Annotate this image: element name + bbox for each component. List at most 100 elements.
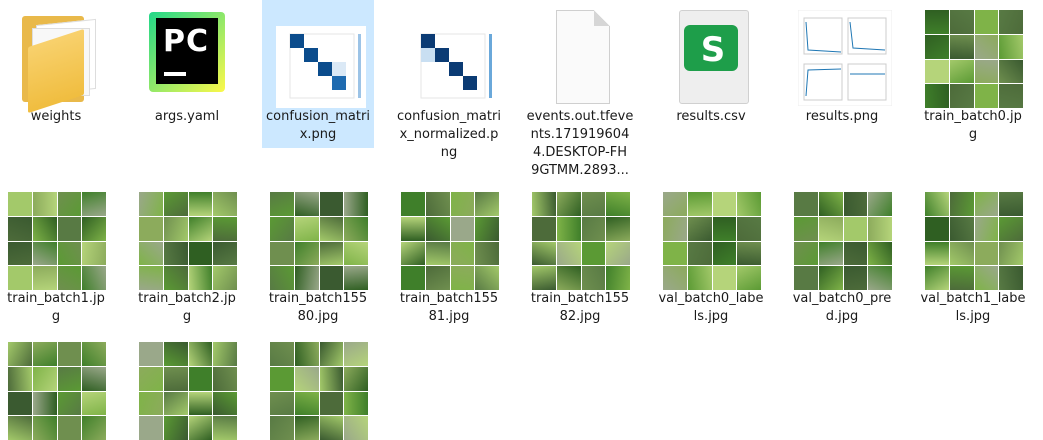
mosaic-tile <box>999 241 1023 266</box>
mosaic-tile <box>401 266 425 290</box>
mosaic-tile <box>163 416 188 440</box>
mosaic-tile <box>475 192 499 216</box>
file-item-results-csv[interactable]: S results.csv <box>655 0 767 170</box>
image-thumbnail <box>268 6 368 108</box>
mosaic-tile <box>425 192 450 216</box>
mosaic-tile <box>57 416 82 440</box>
mosaic-tile <box>999 10 1023 34</box>
mosaic-tile <box>188 192 213 216</box>
file-label: val_batch0_pre d.jpg <box>792 291 892 324</box>
mosaic-tile <box>319 192 344 216</box>
mosaic-tile <box>999 192 1023 216</box>
image-thumbnail <box>661 188 761 290</box>
mosaic-tile <box>949 216 974 241</box>
file-label: results.csv <box>676 109 746 124</box>
mosaic-tile <box>450 266 475 290</box>
mosaic-tile <box>401 216 425 241</box>
mosaic-tile <box>974 241 999 266</box>
file-label: train_batch155 81.jpg <box>399 291 499 324</box>
mosaic-tile <box>57 342 82 366</box>
mosaic-tile <box>213 192 237 216</box>
mosaic-tile <box>8 416 32 440</box>
mosaic-tile <box>949 59 974 84</box>
file-item-partial-2[interactable] <box>131 332 243 440</box>
mosaic-tile <box>8 391 32 416</box>
mosaic-tile <box>57 366 82 391</box>
mosaic-tile <box>8 192 32 216</box>
mosaic-tile <box>188 241 213 266</box>
mosaic-tile <box>581 216 606 241</box>
file-item-train-batch15582[interactable]: train_batch155 82.jpg <box>524 182 636 352</box>
mosaic-tile <box>294 391 319 416</box>
mosaic-tile <box>57 192 82 216</box>
file-item-val-batch1-labels[interactable]: val_batch1_labe ls.jpg <box>917 182 1029 352</box>
mosaic-tile <box>57 241 82 266</box>
mosaic-tile <box>925 266 949 290</box>
mosaic-tile <box>82 266 106 290</box>
mosaic-tile <box>712 241 737 266</box>
mosaic-tile <box>401 192 425 216</box>
mosaic-tile <box>999 216 1023 241</box>
file-item-confusion-matrix-normalized[interactable]: confusion_matri x_normalized.p ng <box>393 0 505 170</box>
image-thumbnail <box>399 188 499 290</box>
mosaic-tile <box>294 416 319 440</box>
mosaic-tile <box>925 84 949 108</box>
file-item-partial-3[interactable] <box>262 332 374 440</box>
file-label: train_batch2.jp g <box>138 291 236 324</box>
mosaic-tile <box>139 216 163 241</box>
file-label: args.yaml <box>154 109 220 124</box>
mosaic-tile <box>163 216 188 241</box>
mosaic-tile <box>949 84 974 108</box>
mosaic-tile <box>32 366 57 391</box>
file-item-partial-1[interactable] <box>0 332 112 440</box>
mosaic-tile <box>344 241 368 266</box>
file-item-val-batch0-labels[interactable]: val_batch0_labe ls.jpg <box>655 182 767 352</box>
mosaic-tile <box>868 266 892 290</box>
mosaic-tile <box>139 241 163 266</box>
mosaic-tile <box>999 59 1023 84</box>
mosaic-tile <box>737 192 761 216</box>
file-label: events.out.tfeve nts.171919604 4.DESKTOP… <box>526 109 634 178</box>
mosaic-tile <box>188 216 213 241</box>
file-item-train-batch0[interactable]: train_batch0.jp g <box>917 0 1029 170</box>
file-item-args-yaml[interactable]: PC args.yaml <box>131 0 243 170</box>
mosaic-tile <box>213 416 237 440</box>
file-item-train-batch1[interactable]: train_batch1.jp g <box>0 182 112 352</box>
mosaic-tile <box>344 391 368 416</box>
mosaic-tile <box>8 366 32 391</box>
file-item-results-png[interactable]: results.png <box>786 0 898 170</box>
file-item-val-batch0-pred[interactable]: val_batch0_pre d.jpg <box>786 182 898 352</box>
file-item-train-batch15581[interactable]: train_batch155 81.jpg <box>393 182 505 352</box>
mosaic-tile <box>82 416 106 440</box>
file-item-train-batch15580[interactable]: train_batch155 80.jpg <box>262 182 374 352</box>
mosaic-tile <box>794 192 818 216</box>
mosaic-tile <box>606 266 630 290</box>
mosaic-tile <box>974 84 999 108</box>
mosaic-tile <box>213 366 237 391</box>
mosaic-tile <box>188 391 213 416</box>
file-item-events-tfevents[interactable]: events.out.tfeve nts.171919604 4.DESKTOP… <box>524 0 636 180</box>
mosaic-tile <box>270 266 294 290</box>
mosaic-tile <box>581 192 606 216</box>
mosaic-tile <box>949 266 974 290</box>
mosaic-tile <box>712 192 737 216</box>
file-item-confusion-matrix[interactable]: confusion_matri x.png <box>262 0 374 148</box>
file-item-weights[interactable]: weights <box>0 0 112 170</box>
mosaic-tile <box>606 216 630 241</box>
mosaic-tile <box>818 192 843 216</box>
mosaic-tile <box>532 266 556 290</box>
mosaic-tile <box>294 342 319 366</box>
mosaic-tile <box>82 241 106 266</box>
mosaic-tile <box>294 216 319 241</box>
file-item-train-batch2[interactable]: train_batch2.jp g <box>131 182 243 352</box>
mosaic-tile <box>818 266 843 290</box>
mosaic-tile <box>925 59 949 84</box>
mosaic-tile <box>687 192 712 216</box>
file-label: train_batch155 82.jpg <box>530 291 630 324</box>
mosaic-tile <box>794 266 818 290</box>
mosaic-tile <box>82 342 106 366</box>
mosaic-tile <box>188 266 213 290</box>
file-label: train_batch155 80.jpg <box>268 291 368 324</box>
mosaic-tile <box>213 342 237 366</box>
mosaic-tile <box>999 34 1023 59</box>
